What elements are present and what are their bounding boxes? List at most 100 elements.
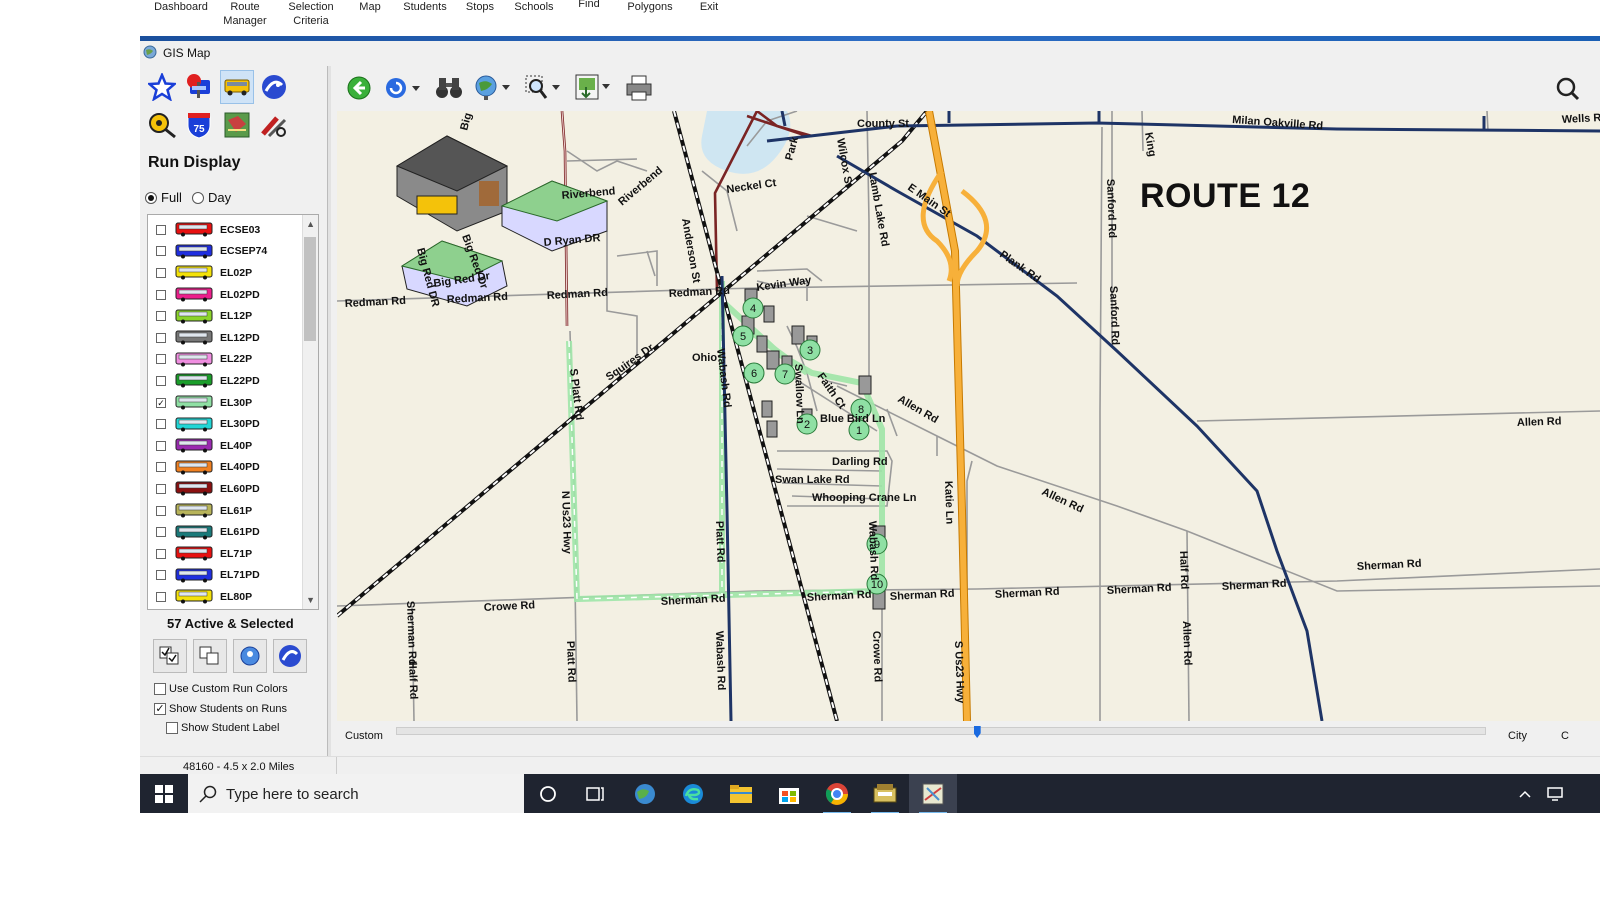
- school-bus-icon[interactable]: [220, 70, 254, 104]
- run-checkbox[interactable]: [156, 311, 166, 322]
- run-checkbox[interactable]: [156, 570, 166, 581]
- menu-polygons[interactable]: Polygons: [624, 0, 676, 14]
- star-icon[interactable]: [145, 70, 179, 104]
- scroll-up-icon[interactable]: ▲: [306, 219, 315, 229]
- scroll-down-icon[interactable]: ▼: [306, 595, 315, 605]
- binoculars-icon[interactable]: [432, 71, 466, 105]
- menu-dashboard[interactable]: Dashboard: [154, 0, 208, 14]
- menu-map[interactable]: Map: [354, 0, 386, 14]
- chrome-icon[interactable]: [813, 774, 861, 813]
- run-row[interactable]: ECSEP74: [148, 241, 298, 263]
- run-list[interactable]: ECSE03 ECSEP74 EL02P EL02PD EL12P EL12PD EL22P…: [147, 214, 319, 610]
- run-row[interactable]: ECSE03: [148, 219, 298, 241]
- scroll-thumb[interactable]: [304, 237, 316, 341]
- run-checkbox[interactable]: [156, 332, 166, 343]
- run-row[interactable]: EL02PD: [148, 284, 298, 306]
- run-checkbox[interactable]: [156, 440, 166, 451]
- printer-icon[interactable]: [622, 71, 656, 105]
- radio-indicator[interactable]: [145, 191, 157, 204]
- store-icon[interactable]: [765, 774, 813, 813]
- menu-stops[interactable]: Stops: [462, 0, 498, 14]
- mode-day-radio[interactable]: Day: [192, 190, 231, 205]
- taskbar-search[interactable]: Type here to search: [188, 774, 524, 813]
- map-svg[interactable]: 123456 78910 County St Milan Oakville RdKi…: [337, 111, 1600, 721]
- map-layers-icon[interactable]: [220, 108, 254, 142]
- zoom-icon[interactable]: [522, 71, 566, 105]
- checkbox[interactable]: [166, 722, 178, 734]
- run-checkbox[interactable]: ✓: [156, 397, 166, 408]
- run-checkbox[interactable]: [156, 267, 166, 278]
- mode-full-radio[interactable]: Full: [145, 190, 182, 205]
- back-arrow-icon[interactable]: [342, 71, 376, 105]
- option-show-students[interactable]: ✓ Show Students on Runs: [154, 703, 287, 715]
- option-show-student-label[interactable]: Show Student Label: [166, 722, 279, 734]
- edge-icon[interactable]: [669, 774, 717, 813]
- run-row[interactable]: ✓ EL30P: [148, 392, 298, 414]
- interstate-icon[interactable]: 75: [182, 108, 216, 142]
- run-row[interactable]: EL30PD: [148, 413, 298, 435]
- run-checkbox[interactable]: [156, 224, 166, 235]
- run-row[interactable]: EL71PD: [148, 565, 298, 587]
- run-row[interactable]: EL61PD: [148, 521, 298, 543]
- run-row[interactable]: EL80P: [148, 586, 298, 608]
- run-row[interactable]: EL22P: [148, 349, 298, 371]
- radio-indicator[interactable]: [192, 191, 204, 204]
- run-row[interactable]: EL61P: [148, 500, 298, 522]
- gis-map-icon[interactable]: [909, 774, 957, 813]
- windows-start-icon[interactable]: [140, 774, 188, 813]
- option-custom-run-colors[interactable]: Use Custom Run Colors: [154, 683, 288, 695]
- select-all-button[interactable]: [153, 639, 187, 673]
- scale-slider-thumb[interactable]: [973, 726, 981, 738]
- run-row[interactable]: EL60PD: [148, 478, 298, 500]
- checkbox[interactable]: ✓: [154, 703, 166, 715]
- menu-students[interactable]: Students: [402, 0, 448, 14]
- file-explorer-icon[interactable]: [717, 774, 765, 813]
- chevron-up-icon[interactable]: [1510, 774, 1540, 813]
- run-row[interactable]: EL40P: [148, 435, 298, 457]
- run-row[interactable]: EL22PD: [148, 370, 298, 392]
- run-checkbox[interactable]: [156, 548, 166, 559]
- run-checkbox[interactable]: [156, 591, 166, 602]
- locate-run-button[interactable]: [233, 639, 267, 673]
- map-print-icon[interactable]: [572, 71, 616, 105]
- task-view-icon[interactable]: [571, 774, 619, 813]
- menu-selection-criteria[interactable]: Selection Criteria: [285, 0, 337, 28]
- run-checkbox[interactable]: [156, 419, 166, 430]
- earth-app-icon[interactable]: [621, 774, 669, 813]
- checkbox[interactable]: [154, 683, 166, 695]
- run-row[interactable]: EL71P: [148, 543, 298, 565]
- run-checkbox[interactable]: [156, 462, 166, 473]
- search-icon[interactable]: [1550, 71, 1584, 105]
- run-row[interactable]: EL02P: [148, 262, 298, 284]
- bus-stop-icon[interactable]: [182, 70, 216, 104]
- deselect-all-button[interactable]: [193, 639, 227, 673]
- run-checkbox[interactable]: [156, 375, 166, 386]
- menu-exit[interactable]: Exit: [696, 0, 722, 14]
- measure-tape-icon[interactable]: [145, 108, 179, 142]
- run-satellite-button[interactable]: [273, 639, 307, 673]
- refresh-icon[interactable]: [382, 71, 426, 105]
- stop-circles[interactable]: 123456 78910: [732, 297, 888, 595]
- run-checkbox[interactable]: [156, 246, 166, 257]
- run-row[interactable]: EL40PD: [148, 457, 298, 479]
- run-checkbox[interactable]: [156, 354, 166, 365]
- run-row[interactable]: EL12PD: [148, 327, 298, 349]
- cortana-icon[interactable]: [524, 774, 572, 813]
- menu-find[interactable]: Find: [574, 0, 604, 11]
- tools-icon[interactable]: [257, 108, 291, 142]
- menu-route-manager[interactable]: Route Manager: [220, 0, 270, 28]
- network-icon[interactable]: [1540, 774, 1570, 813]
- run-checkbox[interactable]: [156, 289, 166, 300]
- run-list-scrollbar[interactable]: ▲ ▼: [302, 215, 318, 609]
- run-row[interactable]: EL12P: [148, 305, 298, 327]
- run-checkbox[interactable]: [156, 527, 166, 538]
- panel-splitter[interactable]: [327, 66, 331, 756]
- globe-icon[interactable]: [472, 71, 516, 105]
- transfinder-icon[interactable]: [861, 774, 909, 813]
- run-checkbox[interactable]: [156, 483, 166, 494]
- gis-map-canvas[interactable]: 1 2 3 4 5 6 7 8 9 10 County St Milan Oakville Rd Ki…: [337, 111, 1600, 721]
- run-checkbox[interactable]: [156, 505, 166, 516]
- menu-schools[interactable]: Schools: [512, 0, 556, 14]
- scale-slider-track[interactable]: [396, 727, 1486, 735]
- satellite-dish-icon[interactable]: [257, 70, 291, 104]
